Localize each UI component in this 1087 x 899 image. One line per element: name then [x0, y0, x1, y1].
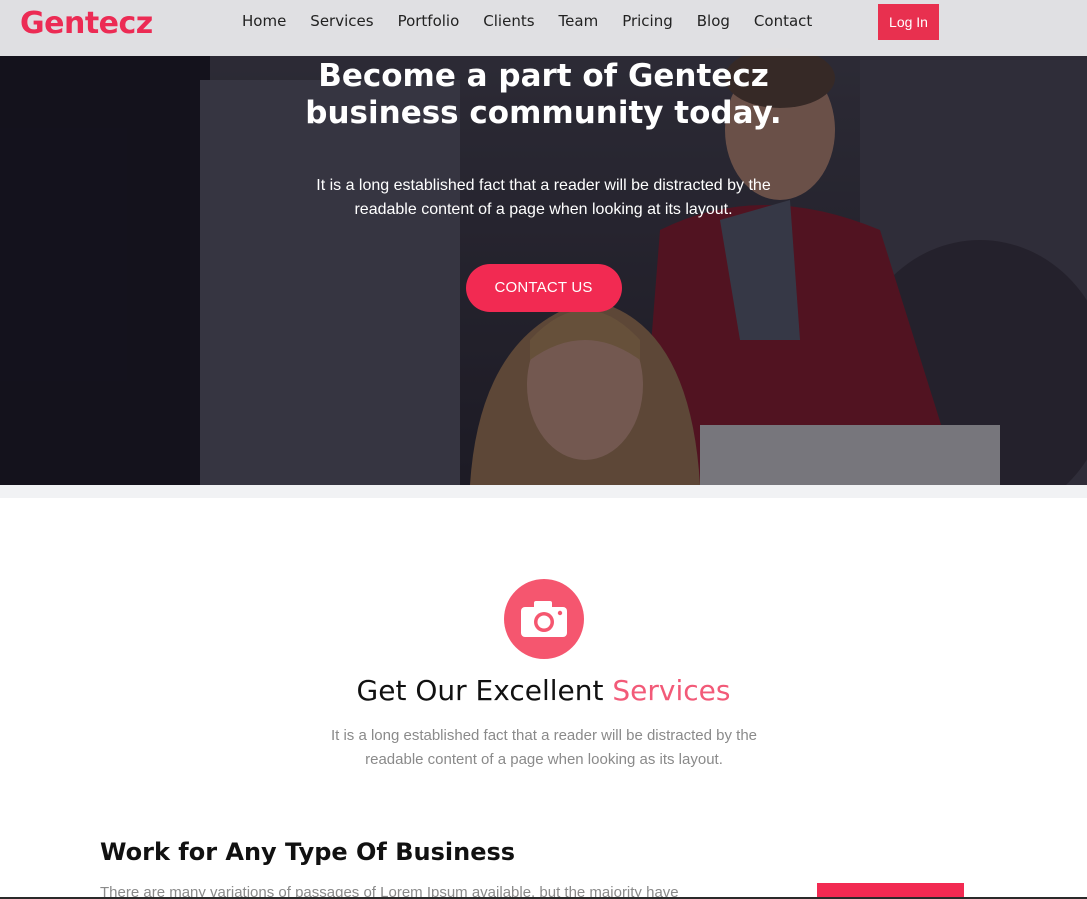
service-icon-circle: [504, 579, 584, 659]
hero-description: It is a long established fact that a rea…: [316, 177, 771, 218]
services-title-prefix: Get Our Excellent: [356, 674, 604, 707]
services-title-accent: Services: [612, 674, 731, 707]
nav-link-pricing[interactable]: Pricing: [622, 12, 673, 30]
services-title: Get Our Excellent Services: [0, 674, 1087, 707]
navbar: Gentecz Home Services Portfolio Clients …: [0, 0, 1087, 56]
nav-link-services[interactable]: Services: [310, 12, 373, 30]
nav-link-blog[interactable]: Blog: [697, 12, 730, 30]
nav-link-contact[interactable]: Contact: [754, 12, 812, 30]
logo[interactable]: Gentecz: [20, 6, 153, 41]
hero-title: Become a part of Gentecz business commun…: [305, 58, 782, 131]
work-title: Work for Any Type Of Business: [100, 838, 516, 866]
nav-link-portfolio[interactable]: Portfolio: [398, 12, 460, 30]
nav-link-home[interactable]: Home: [242, 12, 286, 30]
services-description: It is a long established fact that a rea…: [330, 727, 758, 768]
login-button[interactable]: Log In: [878, 4, 939, 40]
hero-section: Become a part of Gentecz business commun…: [0, 0, 1087, 485]
nav-link-team[interactable]: Team: [559, 12, 599, 30]
section-divider: [0, 485, 1087, 498]
nav-links: Home Services Portfolio Clients Team Pri…: [230, 0, 824, 42]
contact-us-button[interactable]: CONTACT US: [465, 264, 622, 312]
nav-link-clients[interactable]: Clients: [483, 12, 534, 30]
hero-content: Become a part of Gentecz business commun…: [0, 58, 1087, 312]
camera-icon: [521, 601, 567, 637]
